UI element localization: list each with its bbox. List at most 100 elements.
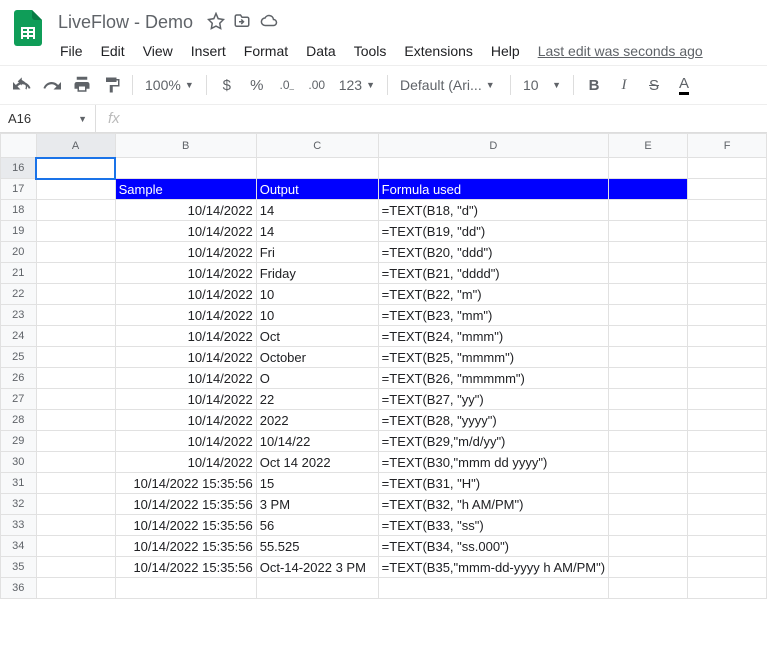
cell-C35[interactable]: Oct-14-2022 3 PM	[256, 557, 378, 578]
sheets-logo[interactable]	[8, 8, 48, 48]
row-header[interactable]: 17	[1, 179, 37, 200]
cell-A34[interactable]	[36, 536, 115, 557]
cell-D22[interactable]: =TEXT(B22, "m")	[378, 284, 608, 305]
cell-C30[interactable]: Oct 14 2022	[256, 452, 378, 473]
cell-B24[interactable]: 10/14/2022	[115, 326, 256, 347]
cell-D32[interactable]: =TEXT(B32, "h AM/PM")	[378, 494, 608, 515]
cell-F30[interactable]	[688, 452, 767, 473]
italic-button[interactable]: I	[610, 71, 638, 99]
cell-B20[interactable]: 10/14/2022	[115, 242, 256, 263]
cell-A17[interactable]	[36, 179, 115, 200]
cell-E19[interactable]	[609, 221, 688, 242]
cell-D17[interactable]: Formula used	[378, 179, 608, 200]
cell-D33[interactable]: =TEXT(B33, "ss")	[378, 515, 608, 536]
menu-format[interactable]: Format	[236, 39, 296, 63]
cell-F24[interactable]	[688, 326, 767, 347]
cell-E17[interactable]	[609, 179, 688, 200]
cell-F21[interactable]	[688, 263, 767, 284]
cell-A25[interactable]	[36, 347, 115, 368]
cell-D27[interactable]: =TEXT(B27, "yy")	[378, 389, 608, 410]
cell-B22[interactable]: 10/14/2022	[115, 284, 256, 305]
percent-button[interactable]: %	[243, 71, 271, 99]
cell-F16[interactable]	[688, 158, 767, 179]
cell-C32[interactable]: 3 PM	[256, 494, 378, 515]
cell-C16[interactable]	[256, 158, 378, 179]
cell-C23[interactable]: 10	[256, 305, 378, 326]
currency-button[interactable]: $	[213, 71, 241, 99]
cell-B32[interactable]: 10/14/2022 15:35:56	[115, 494, 256, 515]
cell-B21[interactable]: 10/14/2022	[115, 263, 256, 284]
increase-decimal-button[interactable]: .00	[303, 71, 331, 99]
name-box[interactable]: A16▼	[0, 105, 96, 132]
paint-format-button[interactable]	[98, 71, 126, 99]
cell-E31[interactable]	[609, 473, 688, 494]
row-header[interactable]: 16	[1, 158, 37, 179]
cell-F29[interactable]	[688, 431, 767, 452]
cell-D20[interactable]: =TEXT(B20, "ddd")	[378, 242, 608, 263]
cell-F31[interactable]	[688, 473, 767, 494]
cell-F34[interactable]	[688, 536, 767, 557]
cell-C22[interactable]: 10	[256, 284, 378, 305]
col-header-B[interactable]: B	[115, 134, 256, 158]
last-edit-link[interactable]: Last edit was seconds ago	[538, 43, 703, 59]
col-header-A[interactable]: A	[36, 134, 115, 158]
row-header[interactable]: 21	[1, 263, 37, 284]
move-icon[interactable]	[233, 12, 251, 33]
cloud-icon[interactable]	[259, 12, 279, 33]
cell-D35[interactable]: =TEXT(B35,"mmm-dd-yyyy h AM/PM")	[378, 557, 608, 578]
cell-F22[interactable]	[688, 284, 767, 305]
cell-E24[interactable]	[609, 326, 688, 347]
cell-D26[interactable]: =TEXT(B26, "mmmmm")	[378, 368, 608, 389]
row-header[interactable]: 30	[1, 452, 37, 473]
cell-F32[interactable]	[688, 494, 767, 515]
cell-E30[interactable]	[609, 452, 688, 473]
cell-A19[interactable]	[36, 221, 115, 242]
cell-B19[interactable]: 10/14/2022	[115, 221, 256, 242]
cell-A33[interactable]	[36, 515, 115, 536]
menu-file[interactable]: File	[52, 39, 91, 63]
cell-E34[interactable]	[609, 536, 688, 557]
select-all-corner[interactable]	[1, 134, 37, 158]
row-header[interactable]: 22	[1, 284, 37, 305]
cell-D16[interactable]	[378, 158, 608, 179]
menu-tools[interactable]: Tools	[346, 39, 395, 63]
font-select[interactable]: Default (Ari...▼	[394, 71, 504, 99]
cell-A31[interactable]	[36, 473, 115, 494]
font-size-select[interactable]: 10▼	[517, 71, 567, 99]
cell-C26[interactable]: O	[256, 368, 378, 389]
cell-E33[interactable]	[609, 515, 688, 536]
row-header[interactable]: 33	[1, 515, 37, 536]
row-header[interactable]: 24	[1, 326, 37, 347]
formula-input[interactable]	[132, 105, 767, 132]
cell-A35[interactable]	[36, 557, 115, 578]
cell-A21[interactable]	[36, 263, 115, 284]
cell-F23[interactable]	[688, 305, 767, 326]
cell-E26[interactable]	[609, 368, 688, 389]
cell-A27[interactable]	[36, 389, 115, 410]
row-header[interactable]: 18	[1, 200, 37, 221]
redo-button[interactable]	[38, 71, 66, 99]
cell-C36[interactable]	[256, 578, 378, 599]
cell-F33[interactable]	[688, 515, 767, 536]
cell-A22[interactable]	[36, 284, 115, 305]
cell-A36[interactable]	[36, 578, 115, 599]
decrease-decimal-button[interactable]: .0_	[273, 71, 301, 99]
cell-D23[interactable]: =TEXT(B23, "mm")	[378, 305, 608, 326]
cell-F18[interactable]	[688, 200, 767, 221]
print-button[interactable]	[68, 71, 96, 99]
row-header[interactable]: 36	[1, 578, 37, 599]
cell-B35[interactable]: 10/14/2022 15:35:56	[115, 557, 256, 578]
cell-C20[interactable]: Fri	[256, 242, 378, 263]
cell-B33[interactable]: 10/14/2022 15:35:56	[115, 515, 256, 536]
cell-E22[interactable]	[609, 284, 688, 305]
row-header[interactable]: 35	[1, 557, 37, 578]
cell-E27[interactable]	[609, 389, 688, 410]
cell-E28[interactable]	[609, 410, 688, 431]
cell-A16[interactable]	[36, 158, 115, 179]
cell-F28[interactable]	[688, 410, 767, 431]
cell-E29[interactable]	[609, 431, 688, 452]
cell-D19[interactable]: =TEXT(B19, "dd")	[378, 221, 608, 242]
cell-F17[interactable]	[688, 179, 767, 200]
cell-E18[interactable]	[609, 200, 688, 221]
cell-F36[interactable]	[688, 578, 767, 599]
